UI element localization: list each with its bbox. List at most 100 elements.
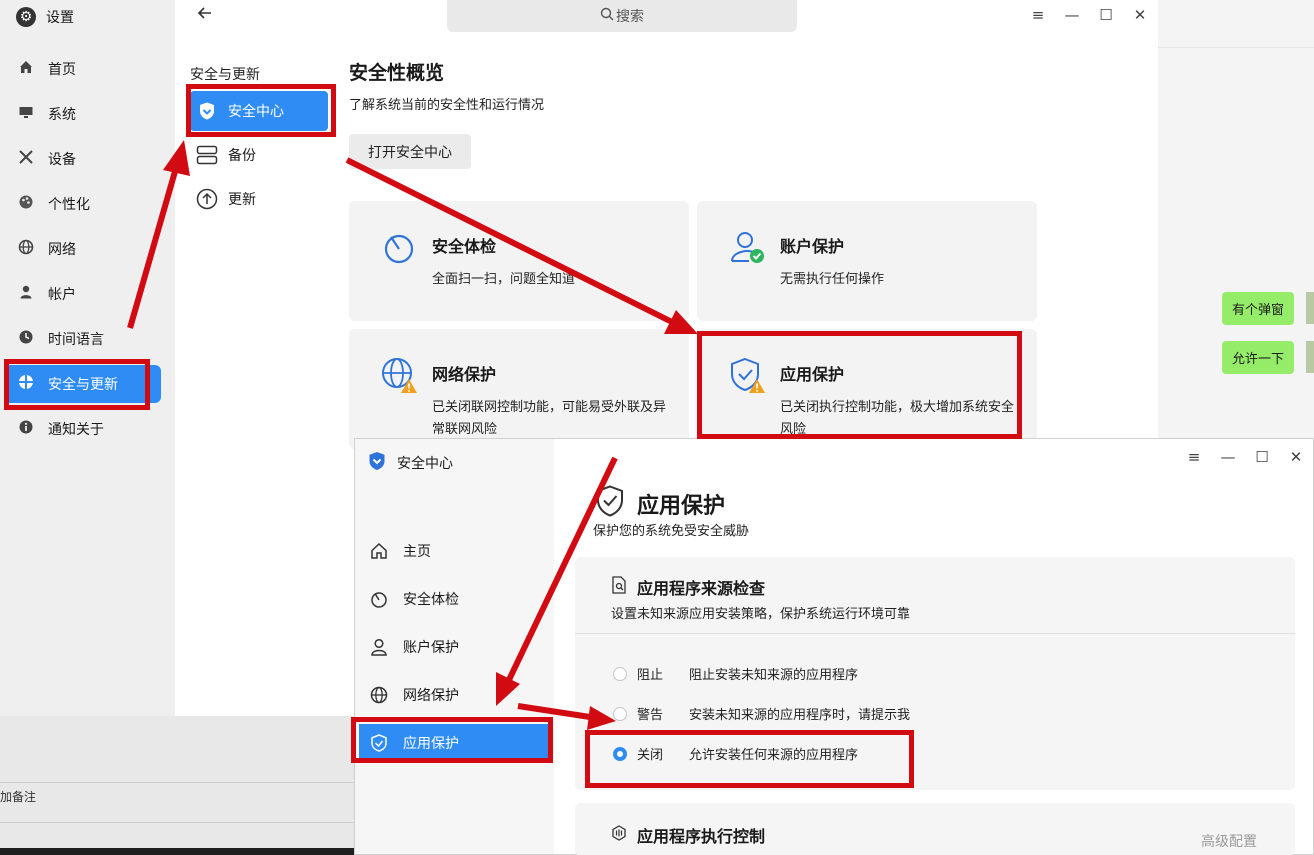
divider (0, 782, 354, 783)
close-icon[interactable]: ✕ (1279, 448, 1313, 466)
sidebar-item-label: 网络 (48, 242, 76, 258)
settings-app-title: ⚙ 设置 (16, 7, 74, 27)
sidebar-item-network[interactable]: 网络 (4, 230, 161, 268)
option-warn[interactable]: 警告 安装未知来源的应用程序时，请提示我 (613, 704, 910, 723)
sidebar-item-label: 通知关于 (48, 422, 104, 438)
minimize-icon[interactable]: — (1055, 6, 1089, 24)
security-window-controls: ≡ — ☐ ✕ (1177, 448, 1313, 466)
panel-title: 应用程序来源检查 (637, 579, 766, 598)
card-title: 安全体检 (432, 237, 497, 256)
subpanel-item-backup[interactable]: 备份 (190, 135, 328, 175)
sidebar-item-devices[interactable]: 设备 (4, 140, 161, 178)
search-input[interactable]: 搜索 (447, 0, 797, 32)
account-check-icon (729, 229, 765, 265)
annotation-box (4, 359, 150, 410)
shield-check-icon (595, 485, 625, 523)
sidebar-item-system[interactable]: 系统 (4, 95, 161, 133)
monitor-icon (18, 104, 34, 124)
sidebar-item-label: 个性化 (48, 197, 90, 213)
sidebar-item-account[interactable]: 帐户 (4, 275, 161, 313)
maximize-icon[interactable]: ☐ (1089, 6, 1123, 24)
option-label: 阻止 (637, 668, 664, 683)
advanced-config-link[interactable]: 高级配置 (1201, 831, 1257, 851)
security-nav-label: 网络保护 (403, 688, 459, 704)
close-icon[interactable]: ✕ (1123, 6, 1157, 24)
subpanel-item-label: 备份 (228, 148, 256, 164)
open-security-center-button[interactable]: 打开安全中心 (349, 134, 471, 169)
avatar (1306, 292, 1314, 324)
user-icon (369, 637, 389, 657)
card-network-protection[interactable]: 网络保护 已关闭联网控制功能，可能易受外联及异常联网风险 (349, 329, 689, 449)
security-app-title: 安全中心 (367, 451, 453, 475)
sidebar-item-label: 首页 (48, 62, 76, 78)
background-text: 加备注 (0, 790, 37, 804)
menu-icon[interactable]: ≡ (1177, 448, 1211, 466)
sidebar-item-label: 系统 (48, 107, 76, 123)
annotation-box (697, 331, 1022, 439)
radio-button[interactable] (613, 706, 627, 721)
sidebar-item-time-language[interactable]: 时间语言 (4, 320, 161, 358)
palette-icon (18, 194, 34, 214)
security-page-subtitle: 保护您的系统免受安全威胁 (593, 524, 750, 539)
page-title-label: 应用保护 (637, 494, 726, 519)
subpanel-heading: 安全与更新 (190, 67, 260, 83)
option-desc: 安装未知来源的应用程序时，请提示我 (689, 708, 911, 723)
card-desc: 已关闭联网控制功能，可能易受外联及异常联网风险 (432, 400, 667, 437)
home-icon (369, 541, 389, 561)
source-check-heading: 应用程序来源检查 (611, 575, 765, 599)
background-window (0, 716, 354, 855)
update-icon (196, 188, 218, 210)
sidebar-item-notify-about[interactable]: 通知关于 (4, 410, 161, 448)
divider (575, 633, 1295, 634)
globe-warning-icon (381, 357, 417, 393)
search-placeholder: 搜索 (616, 9, 644, 25)
maximize-icon[interactable]: ☐ (1245, 448, 1279, 466)
source-check-desc: 设置未知来源应用安装策略，保护系统运行环境可靠 (611, 607, 911, 622)
app-title-label: 安全中心 (397, 456, 453, 472)
card-title: 网络保护 (432, 365, 497, 384)
subpanel-item-update[interactable]: 更新 (190, 179, 328, 219)
search-icon (600, 7, 614, 25)
option-block[interactable]: 阻止 阻止安装未知来源的应用程序 (613, 664, 858, 683)
info-icon (18, 419, 34, 439)
security-center-window: 安全中心 ≡ — ☐ ✕ 主页 安全体检 账户保护 网络保护 应用保护 应用保护… (354, 438, 1314, 855)
security-nav-network[interactable]: 网络保护 (359, 676, 549, 714)
sidebar-item-label: 设备 (48, 152, 76, 168)
scan-icon (381, 229, 417, 265)
card-desc: 无需执行任何操作 (780, 272, 885, 287)
globe-icon (369, 685, 389, 705)
card-account-protection[interactable]: 账户保护 无需执行任何操作 (697, 201, 1037, 321)
card-security-checkup[interactable]: 安全体检 全面扫一扫，问题全知道 (349, 201, 689, 321)
tools-icon (18, 149, 34, 169)
page-subtitle: 了解系统当前的安全性和运行情况 (349, 98, 545, 113)
exec-control-panel: 应用程序执行控制 高级配置 (575, 803, 1295, 855)
sidebar-item-label: 时间语言 (48, 332, 104, 348)
chat-window-header (1158, 0, 1314, 48)
avatar (1306, 341, 1314, 373)
document-search-icon (611, 576, 627, 598)
panel-title: 应用程序执行控制 (637, 827, 766, 846)
security-nav-label: 安全体检 (403, 592, 459, 608)
divider (0, 822, 354, 823)
security-nav-account[interactable]: 账户保护 (359, 628, 549, 666)
menu-icon[interactable]: ≡ (1021, 6, 1055, 24)
card-desc: 全面扫一扫，问题全知道 (432, 272, 576, 287)
chat-bubble: 允许一下 (1222, 341, 1295, 374)
radio-button[interactable] (613, 666, 627, 681)
sidebar-item-home[interactable]: 首页 (4, 50, 161, 88)
gear-icon: ⚙ (16, 7, 36, 27)
page-title: 安全性概览 (349, 62, 445, 84)
security-nav-home[interactable]: 主页 (359, 532, 549, 570)
security-page-title: 应用保护 (595, 485, 725, 523)
sidebar-item-personalization[interactable]: 个性化 (4, 185, 161, 223)
security-nav-checkup[interactable]: 安全体检 (359, 580, 549, 618)
back-arrow-icon[interactable] (196, 4, 214, 26)
security-nav-label: 主页 (403, 544, 431, 560)
card-title: 账户保护 (780, 237, 845, 256)
minimize-icon[interactable]: — (1211, 448, 1245, 466)
annotation-box (186, 84, 336, 137)
option-desc: 阻止安装未知来源的应用程序 (689, 668, 859, 683)
settings-window-controls: ≡ — ☐ ✕ (1021, 6, 1157, 24)
chip-icon (611, 825, 627, 845)
annotation-box (585, 730, 914, 788)
